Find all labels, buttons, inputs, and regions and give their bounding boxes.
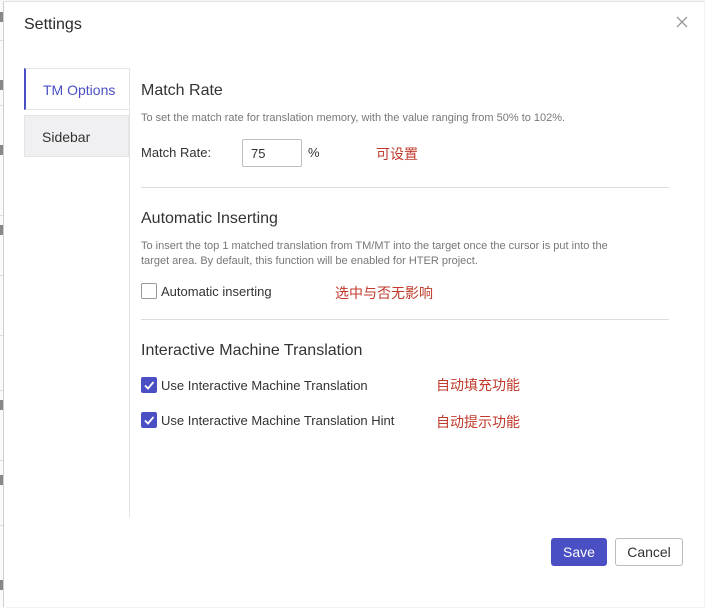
match-rate-label: Match Rate:	[141, 145, 212, 160]
save-button[interactable]: Save	[551, 538, 607, 566]
dialog-title: Settings	[24, 16, 82, 33]
auto-insert-description-line2: target area. By default, this function w…	[141, 255, 478, 267]
settings-sidebar: TM Options Sidebar	[24, 68, 130, 518]
tab-sidebar[interactable]: Sidebar	[24, 115, 129, 157]
match-rate-description: To set the match rate for translation me…	[141, 112, 566, 124]
auto-insert-title: Automatic Inserting	[141, 210, 278, 227]
match-rate-note: 可设置	[376, 146, 418, 162]
auto-insert-description-line1: To insert the top 1 matched translation …	[141, 240, 608, 252]
section-divider	[141, 319, 669, 320]
imt-title: Interactive Machine Translation	[141, 342, 363, 359]
imt-hint-label[interactable]: Use Interactive Machine Translation Hint	[161, 413, 394, 428]
imt-hint-checkbox[interactable]	[141, 412, 157, 428]
imt-label[interactable]: Use Interactive Machine Translation	[161, 378, 368, 393]
imt-note: 自动填充功能	[436, 377, 520, 393]
checkmark-icon	[144, 381, 155, 390]
match-rate-unit: %	[308, 145, 320, 160]
close-icon	[676, 16, 688, 28]
auto-insert-note: 选中与否无影响	[335, 285, 433, 301]
auto-insert-label[interactable]: Automatic inserting	[161, 284, 272, 299]
match-rate-input[interactable]	[242, 139, 302, 167]
checkmark-icon	[144, 416, 155, 425]
close-button[interactable]	[674, 14, 690, 30]
cancel-button[interactable]: Cancel	[615, 538, 683, 566]
imt-checkbox[interactable]	[141, 377, 157, 393]
settings-dialog: Settings TM Options Sidebar Match Rate T…	[3, 1, 704, 607]
section-divider	[141, 187, 669, 188]
auto-insert-checkbox[interactable]	[141, 283, 157, 299]
tab-tm-options[interactable]: TM Options	[24, 68, 129, 110]
imt-hint-note: 自动提示功能	[436, 414, 520, 430]
match-rate-title: Match Rate	[141, 82, 223, 99]
